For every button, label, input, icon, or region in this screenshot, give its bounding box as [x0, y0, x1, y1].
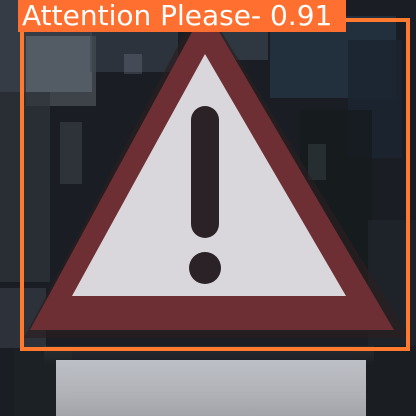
detection-box: [20, 18, 410, 351]
photo-scene: Attention Please- 0.91: [0, 0, 416, 416]
detection-label: Attention Please- 0.91: [18, 0, 347, 32]
